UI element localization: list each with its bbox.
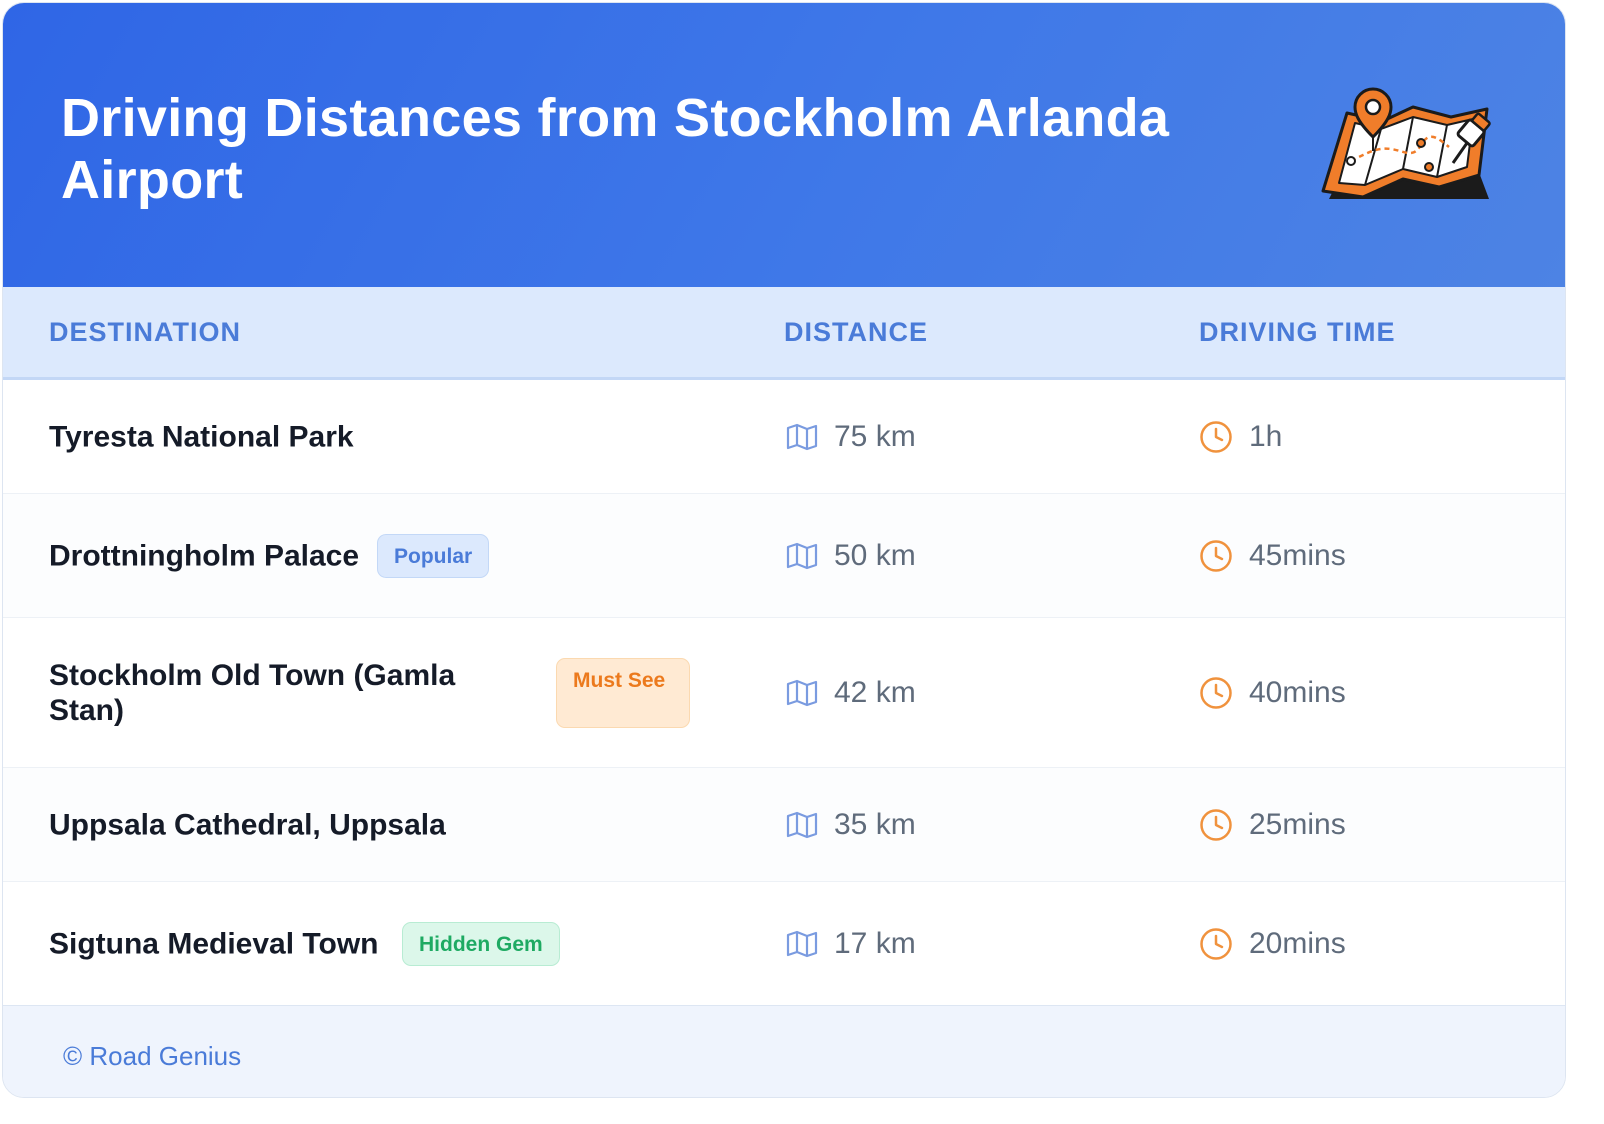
time-cell: 20mins [1199,927,1346,961]
clock-icon [1200,808,1232,841]
hidden-gem-badge: Hidden Gem [402,921,560,966]
distance-cell: 75 km [786,420,916,454]
distance-table-card: Driving Distances from Stockholm Arlanda… [2,2,1566,1098]
map-icon [786,811,818,838]
clock-icon [1200,927,1232,960]
map-icon [786,423,818,450]
clock-icon [1200,676,1232,709]
copyright-credit[interactable]: © Road Genius [63,1006,241,1097]
must-see-badge: Must See [556,657,690,728]
distance-value: 50 km [834,538,916,572]
time-cell: 25mins [1199,808,1346,842]
distance-value: 17 km [834,926,916,960]
clock-icon [1200,420,1232,453]
distance-value: 75 km [834,419,916,453]
table-row: Sigtuna Medieval Town Hidden Gem 17 km 2… [3,882,1565,1005]
column-header-distance[interactable]: DISTANCE [784,287,928,377]
time-cell: 1h [1199,420,1282,454]
time-value: 40mins [1249,675,1346,709]
destination-name: Tyresta National Park [49,420,354,453]
page-title: Driving Distances from Stockholm Arlanda… [61,88,1170,210]
map-icon [786,542,818,569]
map-icon [786,679,818,706]
column-header-driving-time[interactable]: DRIVING TIME [1199,287,1396,377]
table-header: DESTINATION DISTANCE DRIVING TIME [3,287,1565,380]
time-value: 1h [1249,419,1283,453]
distance-value: 42 km [834,675,916,709]
distance-value: 35 km [834,807,916,841]
table-row: Drottningholm Palace Popular 50 km 45min… [3,494,1565,618]
time-cell: 45mins [1199,539,1346,573]
header-banner: Driving Distances from Stockholm Arlanda… [3,3,1565,287]
destination-name: Drottningholm Palace [49,539,360,572]
distance-cell: 42 km [786,676,916,710]
distance-cell: 35 km [786,808,916,842]
popular-badge: Popular [377,533,490,578]
distance-cell: 50 km [786,539,916,573]
distance-cell: 17 km [786,927,916,961]
footer: © Road Genius [3,1005,1565,1097]
table-row: Uppsala Cathedral, Uppsala 35 km 25mins [3,768,1565,882]
destination-name: Uppsala Cathedral, Uppsala [49,808,446,841]
table-row: Tyresta National Park 75 km 1h [3,380,1565,494]
time-value: 25mins [1249,807,1346,841]
time-value: 45mins [1249,538,1346,572]
time-cell: 40mins [1199,676,1346,710]
clock-icon [1200,539,1232,572]
destination-name: Sigtuna Medieval Town [49,927,379,960]
map-with-pins-icon [1321,87,1491,199]
map-icon [786,930,818,957]
table-row: Stockholm Old Town (Gamla Stan) Must See… [3,618,1565,768]
time-value: 20mins [1249,926,1346,960]
destination-name: Stockholm Old Town (Gamla Stan) [49,658,456,727]
column-header-destination[interactable]: DESTINATION [49,287,241,377]
